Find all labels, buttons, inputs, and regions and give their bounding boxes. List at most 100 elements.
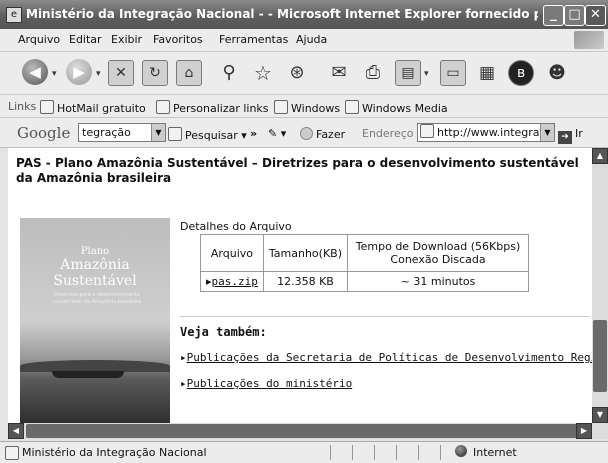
address-label: Endereço <box>362 127 414 140</box>
status-divider <box>374 445 375 460</box>
status-divider <box>440 445 441 460</box>
cell-time: ~ 31 minutos <box>348 272 529 291</box>
google-logo: Google <box>17 124 71 142</box>
circle-icon <box>300 127 313 140</box>
go-button[interactable]: ➔ Ir <box>558 127 583 144</box>
horizontal-scroll-thumb[interactable] <box>26 424 586 438</box>
cover-boat <box>52 371 124 378</box>
favorites-star-icon[interactable]: ☆ <box>250 60 276 86</box>
page-icon <box>40 100 54 114</box>
page-icon <box>345 100 359 114</box>
back-icon[interactable]: ◀ <box>22 59 48 85</box>
google-address-bar: Google tegração ▼ Pesquisar ▾ » ✎ ▾ Faze… <box>0 118 608 148</box>
header-arquivo: Arquivo <box>201 235 263 271</box>
google-search-value: tegração <box>82 126 131 139</box>
menu-ferramentas[interactable]: Ferramentas <box>219 33 288 46</box>
menu-editar[interactable]: Editar <box>69 33 102 46</box>
status-divider <box>330 445 331 460</box>
link-publicacoes-secretaria[interactable]: ▸Publicações da Secretaria de Políticas … <box>180 351 592 364</box>
address-value: http://www.integra <box>437 126 540 139</box>
navigation-toolbar: ◀ ▾ ▶ ▾ ✕ ↻ ⌂ ⚲ ☆ ⊛ ✉ ⎙ ▤ ▾ ▭ ▦ ʙ ☻ <box>0 52 608 95</box>
file-download-link[interactable]: pas.zip <box>212 275 258 288</box>
menu-ajuda[interactable]: Ajuda <box>296 33 327 46</box>
stop-icon[interactable]: ✕ <box>108 60 134 86</box>
page-icon <box>5 446 19 460</box>
messenger-icon[interactable]: ☻ <box>544 60 570 86</box>
cover-title-line1: Plano <box>80 246 110 257</box>
home-icon[interactable]: ⌂ <box>176 60 202 86</box>
status-divider <box>396 445 397 460</box>
google-search-button[interactable]: Pesquisar ▾ <box>168 127 247 142</box>
fazer-label: Fazer <box>316 128 346 141</box>
history-icon[interactable]: ⊛ <box>284 60 310 86</box>
header-tamanho: Tamanho(KB) <box>263 235 348 271</box>
scroll-down-icon[interactable]: ▼ <box>592 407 608 423</box>
scroll-right-icon[interactable]: ▶ <box>576 423 592 439</box>
search-icon[interactable]: ⚲ <box>216 60 242 86</box>
print-icon[interactable]: ⎙ <box>360 60 386 86</box>
status-bar: Ministério da Integração Nacional Intern… <box>0 441 608 463</box>
link-personalizar-label: Personalizar links <box>173 102 269 115</box>
bluetooth-icon[interactable]: ʙ <box>508 60 534 86</box>
ie-app-icon[interactable]: e <box>6 7 22 23</box>
links-label: Links <box>8 100 37 113</box>
table-header-row: Arquivo Tamanho(KB) Tempo de Download (5… <box>201 235 529 271</box>
page-icon <box>156 100 170 114</box>
links-bar: Links HotMail gratuito Personalizar link… <box>0 95 608 118</box>
page-content: PAS - Plano Amazônia Sustentável – Diret… <box>8 148 592 423</box>
back-dropdown-icon[interactable]: ▾ <box>52 69 57 79</box>
status-divider <box>352 445 353 460</box>
cover-title-line2: Amazônia <box>60 257 130 273</box>
title-bar: e Ministério da Integração Nacional - - … <box>0 0 608 29</box>
more-button[interactable]: » <box>250 127 257 140</box>
discuss-icon[interactable]: ▭ <box>440 60 466 86</box>
table-row: ▸pas.zip 12.358 KB ~ 31 minutos <box>201 272 529 291</box>
chevron-down-icon[interactable]: ▼ <box>540 124 554 141</box>
edit-icon[interactable]: ▤ <box>395 60 421 86</box>
see-also-heading: Veja também: <box>180 325 267 339</box>
link-windows-media[interactable]: Windows Media <box>345 100 448 115</box>
chevron-down-icon[interactable]: ▼ <box>151 124 165 141</box>
internet-globe-icon <box>455 445 467 457</box>
vertical-scroll-thumb[interactable] <box>593 320 607 392</box>
fazer-button[interactable]: Fazer <box>300 127 345 141</box>
cell-file: ▸pas.zip <box>201 272 263 291</box>
link-publicacoes-ministerio[interactable]: ▸Publicações do ministério <box>180 377 352 390</box>
refresh-icon[interactable]: ↻ <box>142 60 168 86</box>
edit-dropdown-icon[interactable]: ▾ <box>424 69 429 79</box>
link-windows-label: Windows <box>291 102 341 115</box>
page-heading: PAS - Plano Amazônia Sustentável – Diret… <box>16 156 579 185</box>
header-tempo: Tempo de Download (56Kbps) Conexão Disca… <box>348 235 529 271</box>
scroll-left-icon[interactable]: ◀ <box>8 423 24 439</box>
file-details-label: Detalhes do Arquivo <box>180 220 292 233</box>
status-divider <box>418 445 419 460</box>
scroll-up-icon[interactable]: ▲ <box>592 148 608 164</box>
forward-dropdown-icon[interactable]: ▾ <box>96 69 101 79</box>
research-icon[interactable]: ▦ <box>474 60 500 86</box>
address-input[interactable]: http://www.integra ▼ <box>417 123 555 142</box>
cover-title-line3: Sustentável <box>53 273 137 289</box>
link-publicacoes-secretaria-text[interactable]: Publicações da Secretaria de Políticas d… <box>187 351 592 364</box>
link-publicacoes-ministerio-text[interactable]: Publicações do ministério <box>187 377 353 390</box>
link-hotmail[interactable]: HotMail gratuito <box>40 100 146 115</box>
maximize-button[interactable]: □ <box>564 5 585 26</box>
page-icon <box>420 124 434 138</box>
menu-arquivo[interactable]: Arquivo <box>18 33 60 46</box>
vertical-scrollbar[interactable]: ▲ ▼ <box>592 148 608 423</box>
file-table: Arquivo Tamanho(KB) Tempo de Download (5… <box>200 234 530 292</box>
menu-exibir[interactable]: Exibir <box>111 33 142 46</box>
forward-icon[interactable]: ▶ <box>66 59 92 85</box>
link-personalizar[interactable]: Personalizar links <box>156 100 269 115</box>
minimize-button[interactable]: _ <box>543 5 564 26</box>
pagerank-icon[interactable]: ✎ ▾ <box>268 127 286 140</box>
close-button[interactable]: ✕ <box>585 5 606 26</box>
go-label: Ir <box>575 127 583 140</box>
menu-favoritos[interactable]: Favoritos <box>153 33 203 46</box>
mail-icon[interactable]: ✉ <box>326 60 352 86</box>
google-search-input[interactable]: tegração ▼ <box>78 123 166 142</box>
google-search-icon <box>168 127 182 141</box>
go-arrow-icon: ➔ <box>558 131 572 144</box>
window-title: Ministério da Integração Nacional - - Mi… <box>26 7 538 21</box>
horizontal-scrollbar[interactable]: ◀ ▶ <box>8 423 608 439</box>
link-windows[interactable]: Windows <box>274 100 340 115</box>
